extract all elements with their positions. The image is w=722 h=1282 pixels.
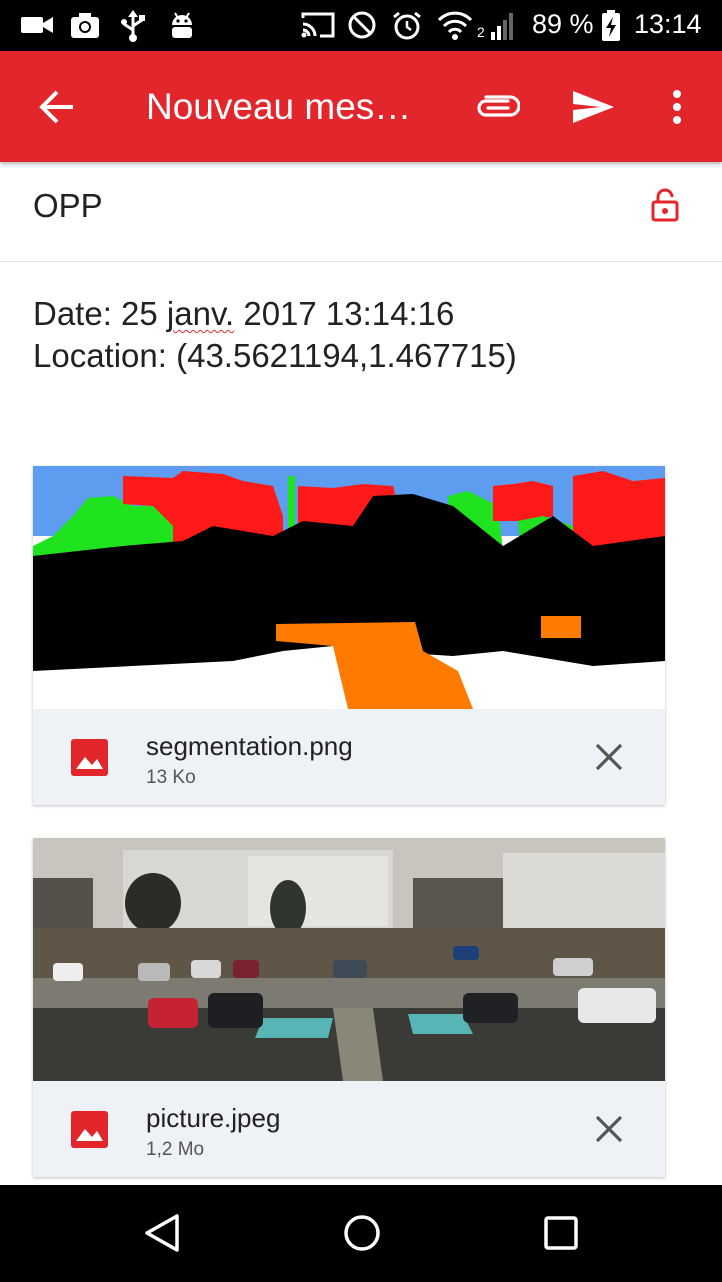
battery-percent: 89 %	[532, 9, 594, 39]
remove-attachment-icon[interactable]	[589, 1109, 629, 1149]
signal-icon	[491, 13, 513, 40]
attachment-size: 1,2 Mo	[146, 1139, 205, 1160]
back-nav-icon[interactable]	[143, 1213, 181, 1253]
attachment-size: 13 Ko	[146, 767, 196, 788]
parking-photo-image	[33, 838, 665, 1081]
message-date: Date: 25 janv. 2017 13:14:16	[33, 295, 455, 332]
attachment-card[interactable]: picture.jpeg 1,2 Mo	[33, 838, 665, 1177]
image-file-icon	[71, 739, 108, 776]
attachment-name: picture.jpeg	[146, 1103, 281, 1133]
misspelled-word: janv.	[166, 295, 235, 332]
network-type-label: 2	[477, 24, 485, 40]
attachment-card[interactable]: segmentation.png 13 Ko	[33, 466, 665, 805]
alarm-icon	[393, 11, 421, 40]
status-bar: 2 89 % 13:14	[0, 0, 722, 51]
home-nav-icon[interactable]	[342, 1213, 382, 1253]
navigation-bar	[0, 1185, 722, 1282]
app-bar: Nouveau message	[0, 51, 722, 162]
usb-icon	[121, 10, 145, 42]
attachment-thumbnail[interactable]	[33, 466, 665, 709]
page-title: Nouveau message	[146, 86, 421, 127]
attachment-footer: picture.jpeg 1,2 Mo	[33, 1081, 665, 1177]
do-not-disturb-icon	[348, 11, 376, 39]
cast-icon	[301, 12, 335, 38]
battery-charging-icon	[602, 10, 620, 41]
attachment-thumbnail[interactable]	[33, 838, 665, 1081]
video-icon	[21, 17, 53, 33]
send-icon[interactable]	[571, 89, 615, 125]
recents-nav-icon[interactable]	[543, 1213, 579, 1253]
recipient-text: OPP	[33, 187, 103, 224]
segmentation-image	[33, 466, 665, 709]
paperclip-icon[interactable]	[474, 89, 520, 125]
message-location: Location: (43.5621194,1.467715)	[33, 337, 517, 374]
recipient-row[interactable]: OPP	[0, 162, 722, 262]
camera-icon	[71, 13, 99, 38]
attachment-name: segmentation.png	[146, 731, 353, 761]
android-debug-icon	[172, 12, 192, 38]
image-file-icon	[71, 1111, 108, 1148]
back-arrow-icon[interactable]	[38, 88, 76, 126]
wifi-icon	[437, 11, 473, 40]
more-vert-icon[interactable]	[670, 89, 684, 125]
message-body[interactable]: Date: 25 janv. 2017 13:14:16 Location: (…	[33, 293, 517, 377]
clock: 13:14	[634, 9, 702, 39]
lock-open-icon[interactable]	[650, 188, 680, 222]
remove-attachment-icon[interactable]	[589, 737, 629, 777]
attachment-footer: segmentation.png 13 Ko	[33, 709, 665, 805]
